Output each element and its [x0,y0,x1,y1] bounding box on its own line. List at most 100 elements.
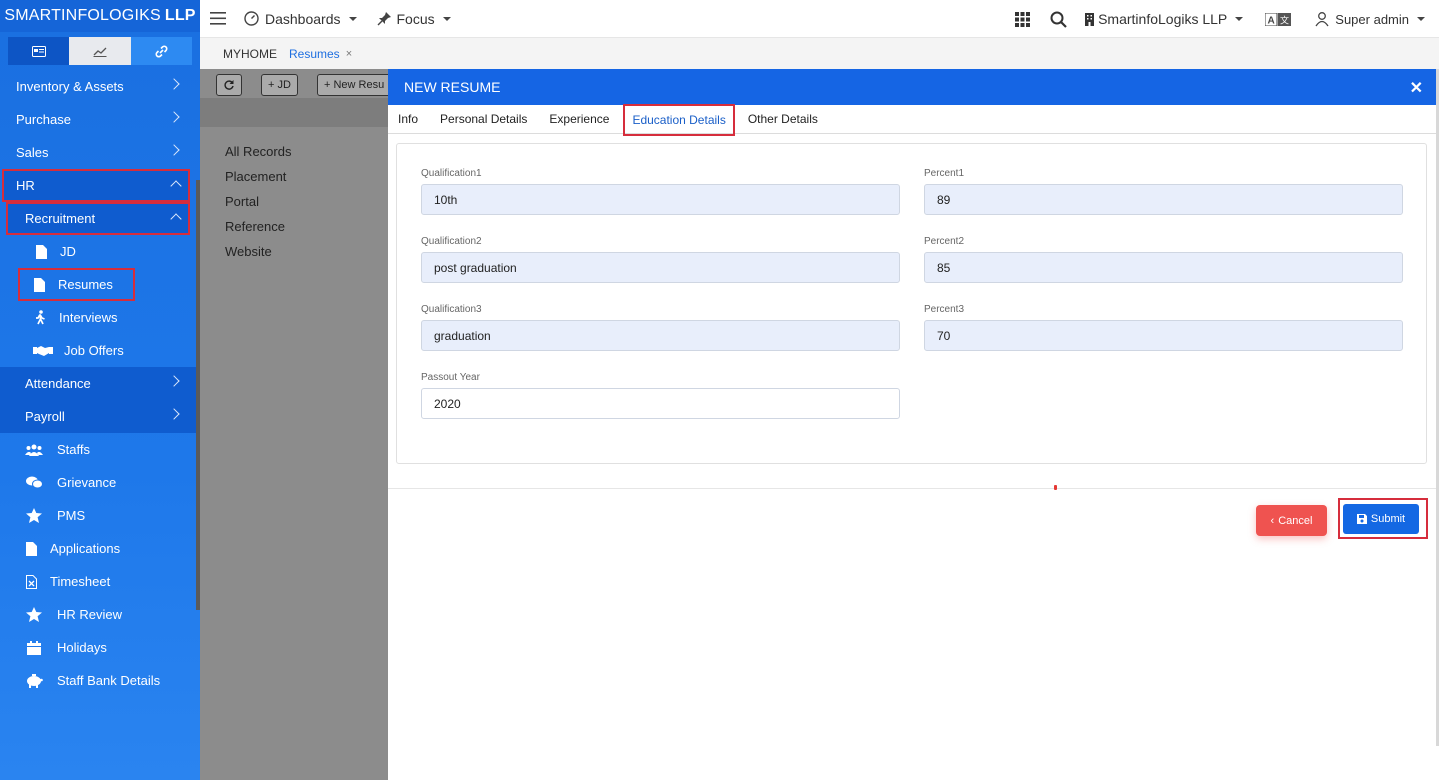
qualification2-field: Qualification2 post graduation [421,236,900,283]
sidebar-item-label: Applications [50,541,121,556]
sidebar-item-label: Attendance [25,376,91,391]
percent1-input[interactable]: 89 [924,184,1403,215]
filter-item[interactable]: Website [225,244,291,269]
close-tab-icon[interactable]: × [346,48,352,60]
sidebar-item-attendance[interactable]: Attendance [0,367,200,400]
sidebar-item-label: Recruitment [25,211,96,226]
cancel-button[interactable]: ‹ Cancel [1256,505,1327,536]
handshake-icon [32,345,54,357]
sidebar-tabs [8,37,192,65]
sidebar-item-inventory[interactable]: Inventory & Assets [0,70,200,103]
sidebar-item-resumes[interactable]: Resumes [18,268,135,301]
passout-year-input[interactable]: 2020 [421,388,900,419]
tab-experience[interactable]: Experience [539,105,619,134]
dashboards-menu[interactable]: Dashboards [244,11,357,27]
sidebar-item-recruitment[interactable]: Recruitment [6,202,190,235]
sidebar-item-label: Resumes [58,277,113,292]
sidebar-item-label: Staffs [57,442,91,457]
dashboards-label: Dashboards [265,10,341,27]
filter-item[interactable]: Placement [225,169,291,194]
submit-button[interactable]: Submit [1343,504,1419,534]
percent1-label: Percent1 [924,168,965,179]
add-jd-button[interactable]: + JD [261,74,298,96]
sidebar-item-hr[interactable]: HR [2,169,190,202]
percent1-field: Percent1 89 [924,168,1403,215]
sidebar-item-purchase[interactable]: Purchase [0,103,200,136]
qualification1-input[interactable]: 10th [421,184,900,215]
cursor-marker [1054,485,1057,490]
passout-year-field: Passout Year 2020 [421,372,900,419]
percent3-input[interactable]: 70 [924,320,1403,351]
sidebar-item-label: JD [60,244,76,259]
percent2-field: Percent2 85 [924,236,1403,283]
speedometer-icon [244,11,259,26]
sidebar-item-job-offers[interactable]: Job Offers [0,334,200,367]
sidebar-tab-charts[interactable] [69,37,131,65]
user-menu[interactable]: Super admin [1315,12,1425,27]
new-resume-modal: NEW RESUME ✕ Info Personal Details Exper… [388,69,1439,780]
chevron-right-icon [168,78,180,90]
chevron-right-icon [168,375,180,387]
sidebar-item-label: Interviews [59,310,118,325]
tab-personal-details[interactable]: Personal Details [430,105,537,134]
qualification3-input[interactable]: graduation [421,320,900,351]
sidebar-item-sales[interactable]: Sales [0,136,200,169]
tab-info[interactable]: Info [388,105,428,134]
sidebar-item-timesheet[interactable]: Timesheet [0,565,200,598]
filter-item[interactable]: Portal [225,194,291,219]
file-icon [30,277,48,292]
brand-logo[interactable]: SMARTINFOLOGIKS LLP [0,0,200,32]
save-icon [1356,514,1367,524]
apps-grid-icon[interactable] [1015,11,1031,27]
users-icon [25,444,43,456]
tab-other-details[interactable]: Other Details [738,105,828,134]
brand-suffix: LLP [164,7,196,24]
chevron-up-icon [170,213,182,225]
sidebar-item-pms[interactable]: PMS [0,499,200,532]
background-toolbar [200,98,388,127]
sidebar-item-interviews[interactable]: Interviews [0,301,200,334]
refresh-button[interactable] [216,74,242,96]
sidebar-item-staffs[interactable]: Staffs [0,433,200,466]
hamburger-menu-icon[interactable] [210,12,226,25]
sidebar-item-hr-review[interactable]: HR Review [0,598,200,631]
sidebar-item-label: Job Offers [64,343,124,358]
chevron-up-icon [170,180,182,192]
sidebar-tab-menu[interactable] [8,37,70,65]
percent3-field: Percent3 70 [924,304,1403,351]
company-selector[interactable]: SmartinfoLogiks LLP [1085,11,1244,27]
qualification2-input[interactable]: post graduation [421,252,900,283]
breadcrumb-home[interactable]: MYHOME [223,47,277,61]
sidebar-item-label: Timesheet [50,574,111,589]
caret-down-icon [442,16,451,21]
focus-menu[interactable]: Focus [377,11,451,27]
submit-highlight: Submit [1338,498,1428,539]
svg-text:文: 文 [1280,14,1289,26]
sidebar-item-payroll[interactable]: Payroll [0,400,200,433]
tab-education-details[interactable]: Education Details [622,103,735,137]
modal-title: NEW RESUME [404,79,501,95]
sidebar-item-jd[interactable]: JD [0,235,200,268]
sidebar-item-grievance[interactable]: Grievance [0,466,200,499]
modal-tabs: Info Personal Details Experience Educati… [388,103,1439,137]
sidebar-item-staff-bank-details[interactable]: Staff Bank Details [0,664,200,697]
filter-item[interactable]: Reference [225,219,291,244]
sidebar-tab-links[interactable] [130,37,192,65]
sidebar-item-applications[interactable]: Applications [0,532,200,565]
breadcrumb-tab-resumes[interactable]: Resumes [289,47,340,61]
filter-item[interactable]: All Records [225,144,291,169]
sidebar-item-label: Grievance [57,475,117,490]
search-icon[interactable] [1050,11,1067,28]
sidebar-item-label: Payroll [25,409,65,424]
translate-icon[interactable]: A文 [1265,12,1292,26]
sidebar-item-label: Staff Bank Details [57,673,161,688]
chevron-right-icon [168,144,180,156]
percent2-input[interactable]: 85 [924,252,1403,283]
sidebar-item-holidays[interactable]: Holidays [0,631,200,664]
new-resume-button[interactable]: + New Resu [317,74,397,96]
top-bar-right: SmartinfoLogiks LLP A文 Super admin [997,0,1425,38]
comments-icon [25,476,43,489]
qualification1-field: Qualification1 10th [421,168,900,215]
close-icon[interactable]: ✕ [1410,78,1423,98]
sidebar-item-label: HR [16,178,35,193]
